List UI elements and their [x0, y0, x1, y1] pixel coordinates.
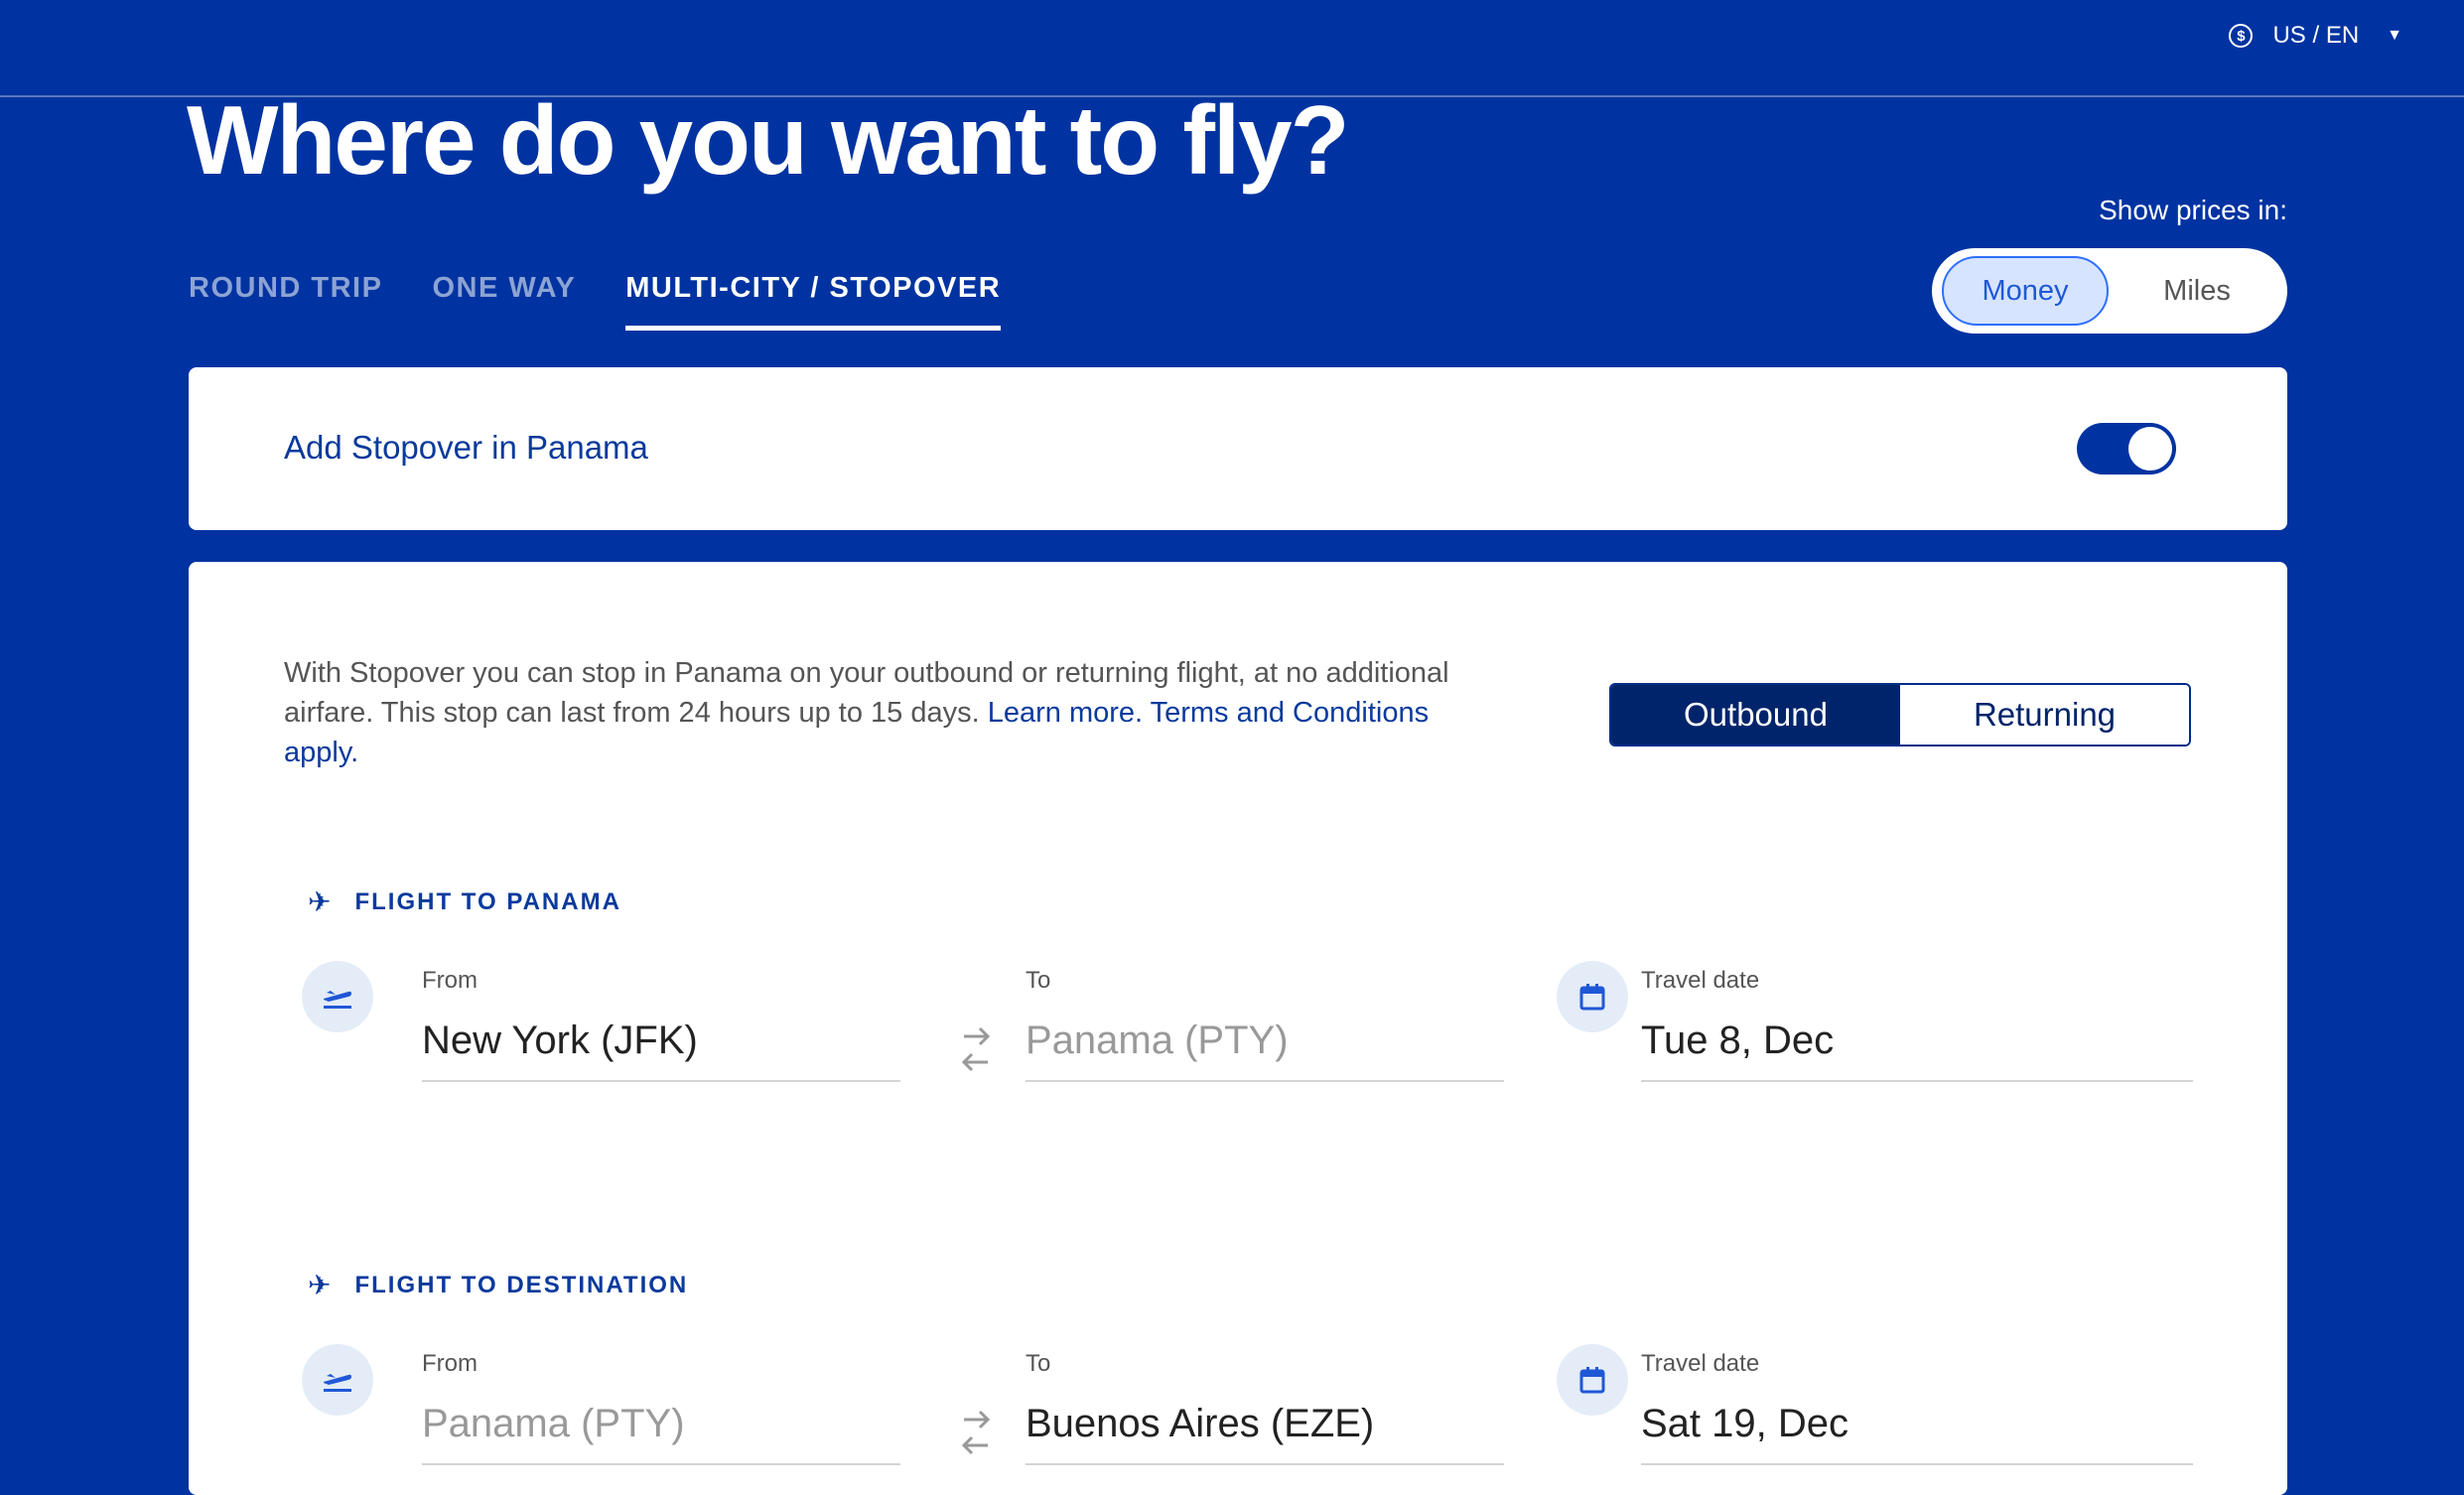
section-title: FLIGHT TO DESTINATION [354, 1271, 689, 1298]
locale-selector[interactable]: $ US / EN ▼ [2229, 18, 2402, 54]
stopover-description: With Stopover you can stop in Panama on … [284, 653, 1475, 772]
to-field[interactable]: Buenos Aires (EZE) [1026, 1400, 1504, 1465]
tab-one-way[interactable]: ONE WAY [432, 270, 576, 331]
calendar-icon [1557, 1344, 1628, 1416]
chevron-down-icon: ▼ [2387, 27, 2402, 44]
swap-icon[interactable] [956, 1022, 996, 1078]
section-flight-to-destination: ✈ FLIGHT TO DESTINATION [308, 1269, 688, 1301]
money-option[interactable]: Money [1942, 256, 2109, 326]
to-label: To [1026, 967, 1051, 994]
tab-multi-city-stopover[interactable]: MULTI-CITY / STOPOVER [625, 270, 1002, 331]
learn-more-link[interactable]: Learn more. [988, 697, 1143, 729]
flight-search-card: With Stopover you can stop in Panama on … [189, 562, 2287, 1495]
travel-date-label: Travel date [1641, 1350, 1760, 1377]
tab-round-trip[interactable]: ROUND TRIP [189, 270, 382, 331]
direction-selector: Outbound Returning [1609, 683, 2191, 747]
swap-icon[interactable] [956, 1406, 996, 1461]
currency-icon: $ [2229, 24, 2254, 48]
travel-date-field[interactable]: Sat 19, Dec [1641, 1400, 2193, 1465]
top-bar: $ US / EN ▼ [0, 0, 2464, 97]
airplane-icon: ✈ [308, 1270, 334, 1300]
show-prices-label: Show prices in: [2099, 195, 2287, 225]
calendar-icon [1557, 961, 1628, 1032]
from-label: From [422, 967, 478, 994]
from-label: From [422, 1350, 478, 1377]
trip-type-tabs: ROUND TRIP ONE WAY MULTI-CITY / STOPOVER [189, 270, 1050, 331]
toggle-knob [2128, 427, 2172, 471]
departure-icon [302, 961, 373, 1032]
stopover-toggle[interactable] [2077, 423, 2176, 475]
to-field[interactable]: Panama (PTY) [1026, 1017, 1504, 1082]
page-title: Where do you want to fly? [187, 85, 1350, 195]
section-flight-to-panama: ✈ FLIGHT TO PANAMA [308, 885, 621, 918]
from-field[interactable]: New York (JFK) [422, 1017, 900, 1082]
from-field[interactable]: Panama (PTY) [422, 1400, 900, 1465]
airplane-icon: ✈ [308, 886, 334, 917]
returning-option[interactable]: Returning [1900, 685, 2189, 745]
section-title: FLIGHT TO PANAMA [354, 887, 621, 915]
locale-label: US / EN [2272, 22, 2360, 49]
price-mode-toggle: Money Miles [1932, 248, 2287, 334]
travel-date-label: Travel date [1641, 967, 1760, 994]
to-label: To [1026, 1350, 1051, 1377]
travel-date-field[interactable]: Tue 8, Dec [1641, 1017, 2193, 1082]
departure-icon [302, 1344, 373, 1416]
miles-option[interactable]: Miles [2121, 256, 2273, 326]
stopover-card: Add Stopover in Panama [189, 367, 2287, 530]
stopover-label: Add Stopover in Panama [284, 429, 648, 466]
outbound-option[interactable]: Outbound [1611, 685, 1900, 745]
